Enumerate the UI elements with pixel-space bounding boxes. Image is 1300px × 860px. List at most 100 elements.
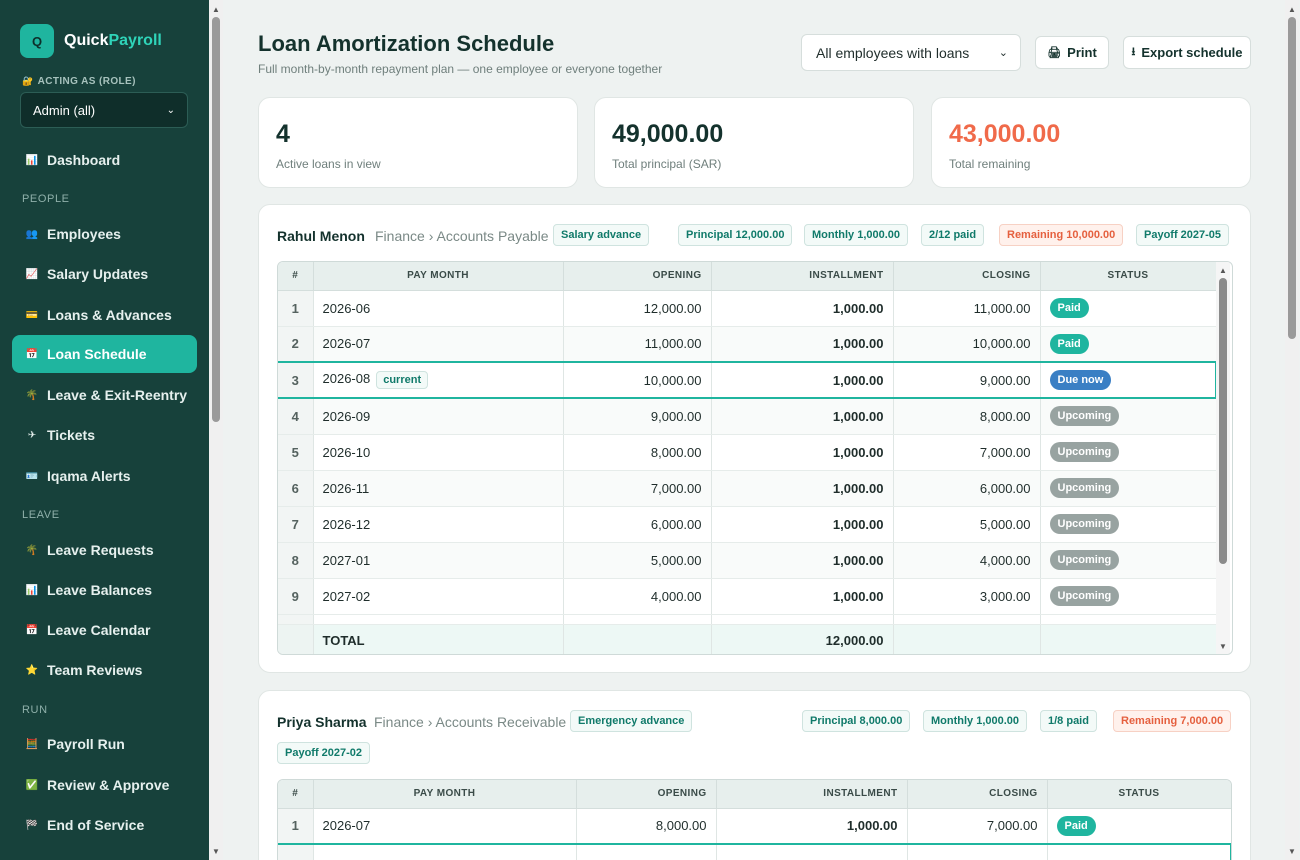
brand-name-part-1: Quick	[64, 32, 109, 49]
installment-cell: 1,000.00	[711, 542, 894, 579]
status-badge: Upcoming	[1049, 442, 1120, 462]
page-title: Loan Amortization Schedule	[258, 31, 555, 56]
sidebar-item-tickets[interactable]: ✈ Tickets	[12, 416, 197, 454]
brand-name-part-2: Payroll	[108, 32, 162, 49]
opening-cell: 12,000.00	[563, 290, 712, 327]
chevron-down-icon: ⌄	[166, 104, 175, 116]
status-cell: Upcoming	[1040, 578, 1217, 615]
scroll-down-icon[interactable]: ▼	[1285, 844, 1299, 858]
sidebar-item-loans-advances[interactable]: 💳 Loans & Advances	[12, 296, 197, 334]
total-value: 12,000.00	[711, 624, 894, 654]
scrollbar-thumb[interactable]	[1219, 278, 1227, 564]
sidebar-item-team-reviews[interactable]: ⭐ Team Reviews	[12, 651, 197, 689]
download-icon: ⭳	[1131, 46, 1136, 58]
closing-cell: 7,000.00	[907, 808, 1048, 845]
table-row: 1 2026-07 8,000.00 1,000.00 7,000.00 Pai…	[278, 808, 1231, 845]
installment-cell: 1,000.00	[711, 434, 894, 471]
sidebar-item-employees[interactable]: 👥 Employees	[12, 215, 197, 253]
row-index	[278, 614, 314, 625]
sidebar-item-label: Team Reviews	[47, 662, 143, 678]
page-subtitle: Full month-by-month repayment plan — one…	[258, 62, 663, 76]
row-index: 3	[278, 361, 314, 399]
sidebar-item-iqama-alerts[interactable]: 🪪 Iqama Alerts	[12, 457, 197, 495]
paid-count-tag: 2/12 paid	[921, 224, 985, 246]
column-header-status: STATUS	[1040, 262, 1217, 291]
sidebar-item-label: Leave Requests	[47, 542, 154, 558]
row-index: 5	[278, 434, 314, 471]
installment-cell: 1,000.00	[711, 290, 894, 327]
pay-month-cell: 2027-01	[313, 542, 564, 579]
sidebar-item-leave-requests[interactable]: 🌴 Leave Requests	[12, 531, 197, 569]
installment-cell: 1,000.00	[711, 506, 894, 543]
table-row: 1 2026-06 12,000.00 1,000.00 11,000.00 P…	[278, 290, 1217, 327]
export-button-label: Export schedule	[1141, 45, 1243, 60]
star-icon: ⭐	[25, 664, 39, 676]
opening-cell: 4,000.00	[563, 578, 712, 615]
stat-card-total-remaining: 43,000.00 Total remaining	[931, 97, 1251, 188]
sidebar-scrollbar[interactable]: ▲ ▼	[209, 0, 223, 860]
current-tag: current	[376, 371, 429, 389]
scroll-down-icon[interactable]: ▼	[209, 844, 223, 858]
sidebar-item-dashboard[interactable]: 📊 Dashboard	[12, 141, 197, 179]
opening-cell: 9,000.00	[563, 398, 712, 435]
sidebar-item-label: Leave Balances	[47, 582, 153, 598]
scroll-up-icon[interactable]: ▲	[1216, 264, 1230, 276]
status-badge: Upcoming	[1049, 550, 1120, 570]
sidebar-item-leave-exit[interactable]: 🌴 Leave & Exit-Reentry	[12, 376, 197, 414]
schedule-table: # PAY MONTH OPENING INSTALLMENT CLOSING …	[277, 261, 1233, 655]
sidebar-item-salary-updates[interactable]: 📈 Salary Updates	[12, 255, 197, 293]
palm-tree-icon: 🌴	[25, 389, 39, 401]
pay-month-cell: 2026-07	[313, 808, 577, 845]
page-scrollbar[interactable]: ▲ ▼	[1285, 0, 1299, 860]
sidebar-item-leave-balances[interactable]: 📊 Leave Balances	[12, 571, 197, 609]
status-cell: Upcoming	[1040, 434, 1217, 471]
table-cell	[563, 614, 712, 625]
status-badge: Paid	[1056, 815, 1096, 836]
status-badge: Due now	[1049, 370, 1112, 390]
table-cell	[576, 843, 717, 860]
table-cell	[716, 843, 908, 860]
employee-filter-select[interactable]: All employees with loans ⌄	[801, 34, 1021, 71]
row-index	[278, 843, 314, 860]
status-cell: Upcoming	[1040, 506, 1217, 543]
monthly-tag: Monthly 1,000.00	[804, 224, 909, 246]
card-icon: 💳	[25, 309, 39, 321]
role-select-value: Admin (all)	[33, 102, 96, 118]
sidebar-item-leave-calendar[interactable]: 📅 Leave Calendar	[12, 611, 197, 649]
row-index: 9	[278, 578, 314, 615]
table-cell	[1040, 624, 1217, 654]
table-row-current	[278, 843, 1231, 860]
export-schedule-button[interactable]: ⭳ Export schedule	[1123, 36, 1251, 69]
stat-label: Total principal (SAR)	[612, 157, 722, 171]
people-icon: 👥	[25, 228, 39, 240]
role-select[interactable]: Admin (all) ⌄	[20, 92, 188, 128]
table-cell	[893, 624, 1041, 654]
scrollbar-thumb[interactable]	[212, 17, 220, 422]
column-header-pay-month: PAY MONTH	[313, 780, 577, 809]
table-scrollbar[interactable]: ▲ ▼	[1216, 262, 1230, 654]
sidebar-item-loan-schedule[interactable]: 📅 Loan Schedule	[12, 335, 197, 373]
id-card-icon: 🪪	[25, 470, 39, 482]
sidebar-item-review-approve[interactable]: ✅ Review & Approve	[12, 766, 197, 804]
stat-card-total-principal: 49,000.00 Total principal (SAR)	[594, 97, 914, 188]
print-button[interactable]: 🖨 Print	[1035, 36, 1109, 69]
sidebar-item-end-of-service[interactable]: 🏁 End of Service	[12, 806, 197, 844]
employee-name: Rahul Menon	[277, 228, 365, 244]
table-row: 2 2026-07 11,000.00 1,000.00 10,000.00 P…	[278, 326, 1217, 363]
employee-name: Priya Sharma	[277, 714, 367, 730]
sidebar-item-payroll-run[interactable]: 🧮 Payroll Run	[12, 725, 197, 763]
table-total-row: TOTAL 12,000.00	[278, 624, 1217, 654]
scroll-up-icon[interactable]: ▲	[209, 2, 223, 16]
status-badge: Upcoming	[1049, 478, 1120, 498]
installment-cell: 1,000.00	[711, 578, 894, 615]
scrollbar-thumb[interactable]	[1288, 17, 1296, 339]
closing-cell: 8,000.00	[893, 398, 1041, 435]
scroll-down-icon[interactable]: ▼	[1216, 640, 1230, 652]
scroll-up-icon[interactable]: ▲	[1285, 2, 1299, 16]
loan-card: Rahul Menon Finance › Accounts Payable S…	[258, 204, 1251, 673]
brand[interactable]: Q QuickPayroll	[0, 0, 209, 58]
chart-icon: 📊	[25, 584, 39, 596]
employee-department: Finance › Accounts Receivable	[374, 714, 567, 730]
pay-month-cell: 2026-06	[313, 290, 564, 327]
check-box-icon: ✅	[25, 779, 39, 791]
